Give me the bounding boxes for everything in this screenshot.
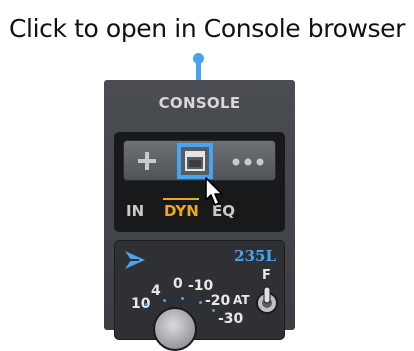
panel-title: CONSOLE xyxy=(158,94,241,112)
ellipsis-icon xyxy=(232,158,264,166)
plus-icon xyxy=(138,152,156,170)
console-panel: CONSOLE IN DYN EQ 235L 10 4 0 -10 -20 -3… xyxy=(104,80,295,351)
plugin-logo-icon xyxy=(125,251,145,269)
callout-caption: Click to open in Console browser xyxy=(8,14,406,43)
scale-tick xyxy=(163,299,166,302)
active-tab-indicator xyxy=(163,198,199,200)
mouse-cursor-icon xyxy=(205,177,223,206)
scale-label: 0 xyxy=(173,276,183,292)
scale-label: -10 xyxy=(188,278,214,294)
callout-leader-dot xyxy=(193,53,204,64)
tab-dyn[interactable]: DYN xyxy=(164,202,199,220)
add-button[interactable] xyxy=(130,145,164,177)
scale-tick xyxy=(145,303,148,306)
window-icon xyxy=(185,151,205,171)
switch-label-at: AT xyxy=(233,293,250,307)
scale-tick xyxy=(199,301,202,304)
console-button-bar xyxy=(123,140,276,181)
scale-tick xyxy=(181,297,184,300)
scale-tick xyxy=(212,309,215,312)
threshold-knob[interactable] xyxy=(153,307,197,351)
toggle-switch[interactable] xyxy=(255,285,279,315)
more-options-button[interactable] xyxy=(226,145,270,177)
scale-label: -20 xyxy=(205,293,231,309)
scale-label: -30 xyxy=(218,311,244,327)
switch-label-f: F xyxy=(262,268,271,283)
plugin-module: 235L 10 4 0 -10 -20 -30 F AT xyxy=(114,240,285,351)
scale-label: 4 xyxy=(151,283,161,299)
plugin-name: 235L xyxy=(234,247,276,265)
console-section: IN DYN EQ xyxy=(114,132,285,232)
tab-in[interactable]: IN xyxy=(126,202,144,220)
open-console-button[interactable] xyxy=(177,143,213,179)
section-tabs: IN DYN EQ xyxy=(114,202,285,224)
